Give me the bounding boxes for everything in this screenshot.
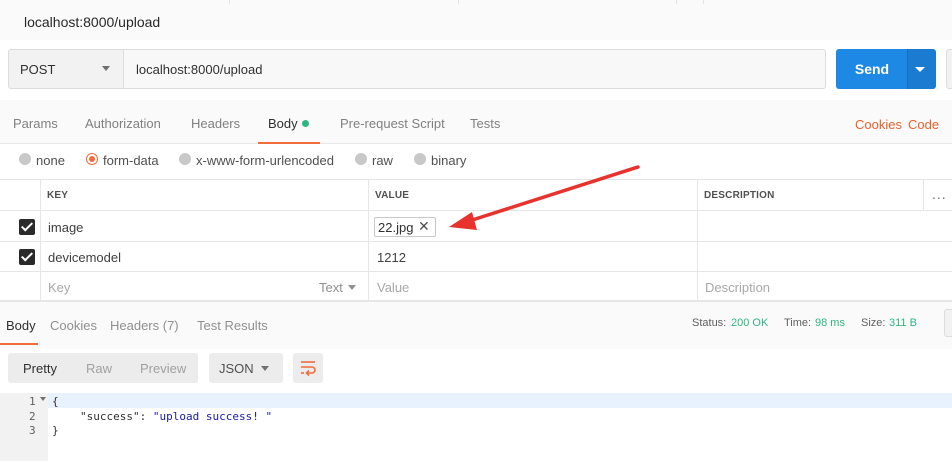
annotation-arrow	[449, 165, 640, 230]
